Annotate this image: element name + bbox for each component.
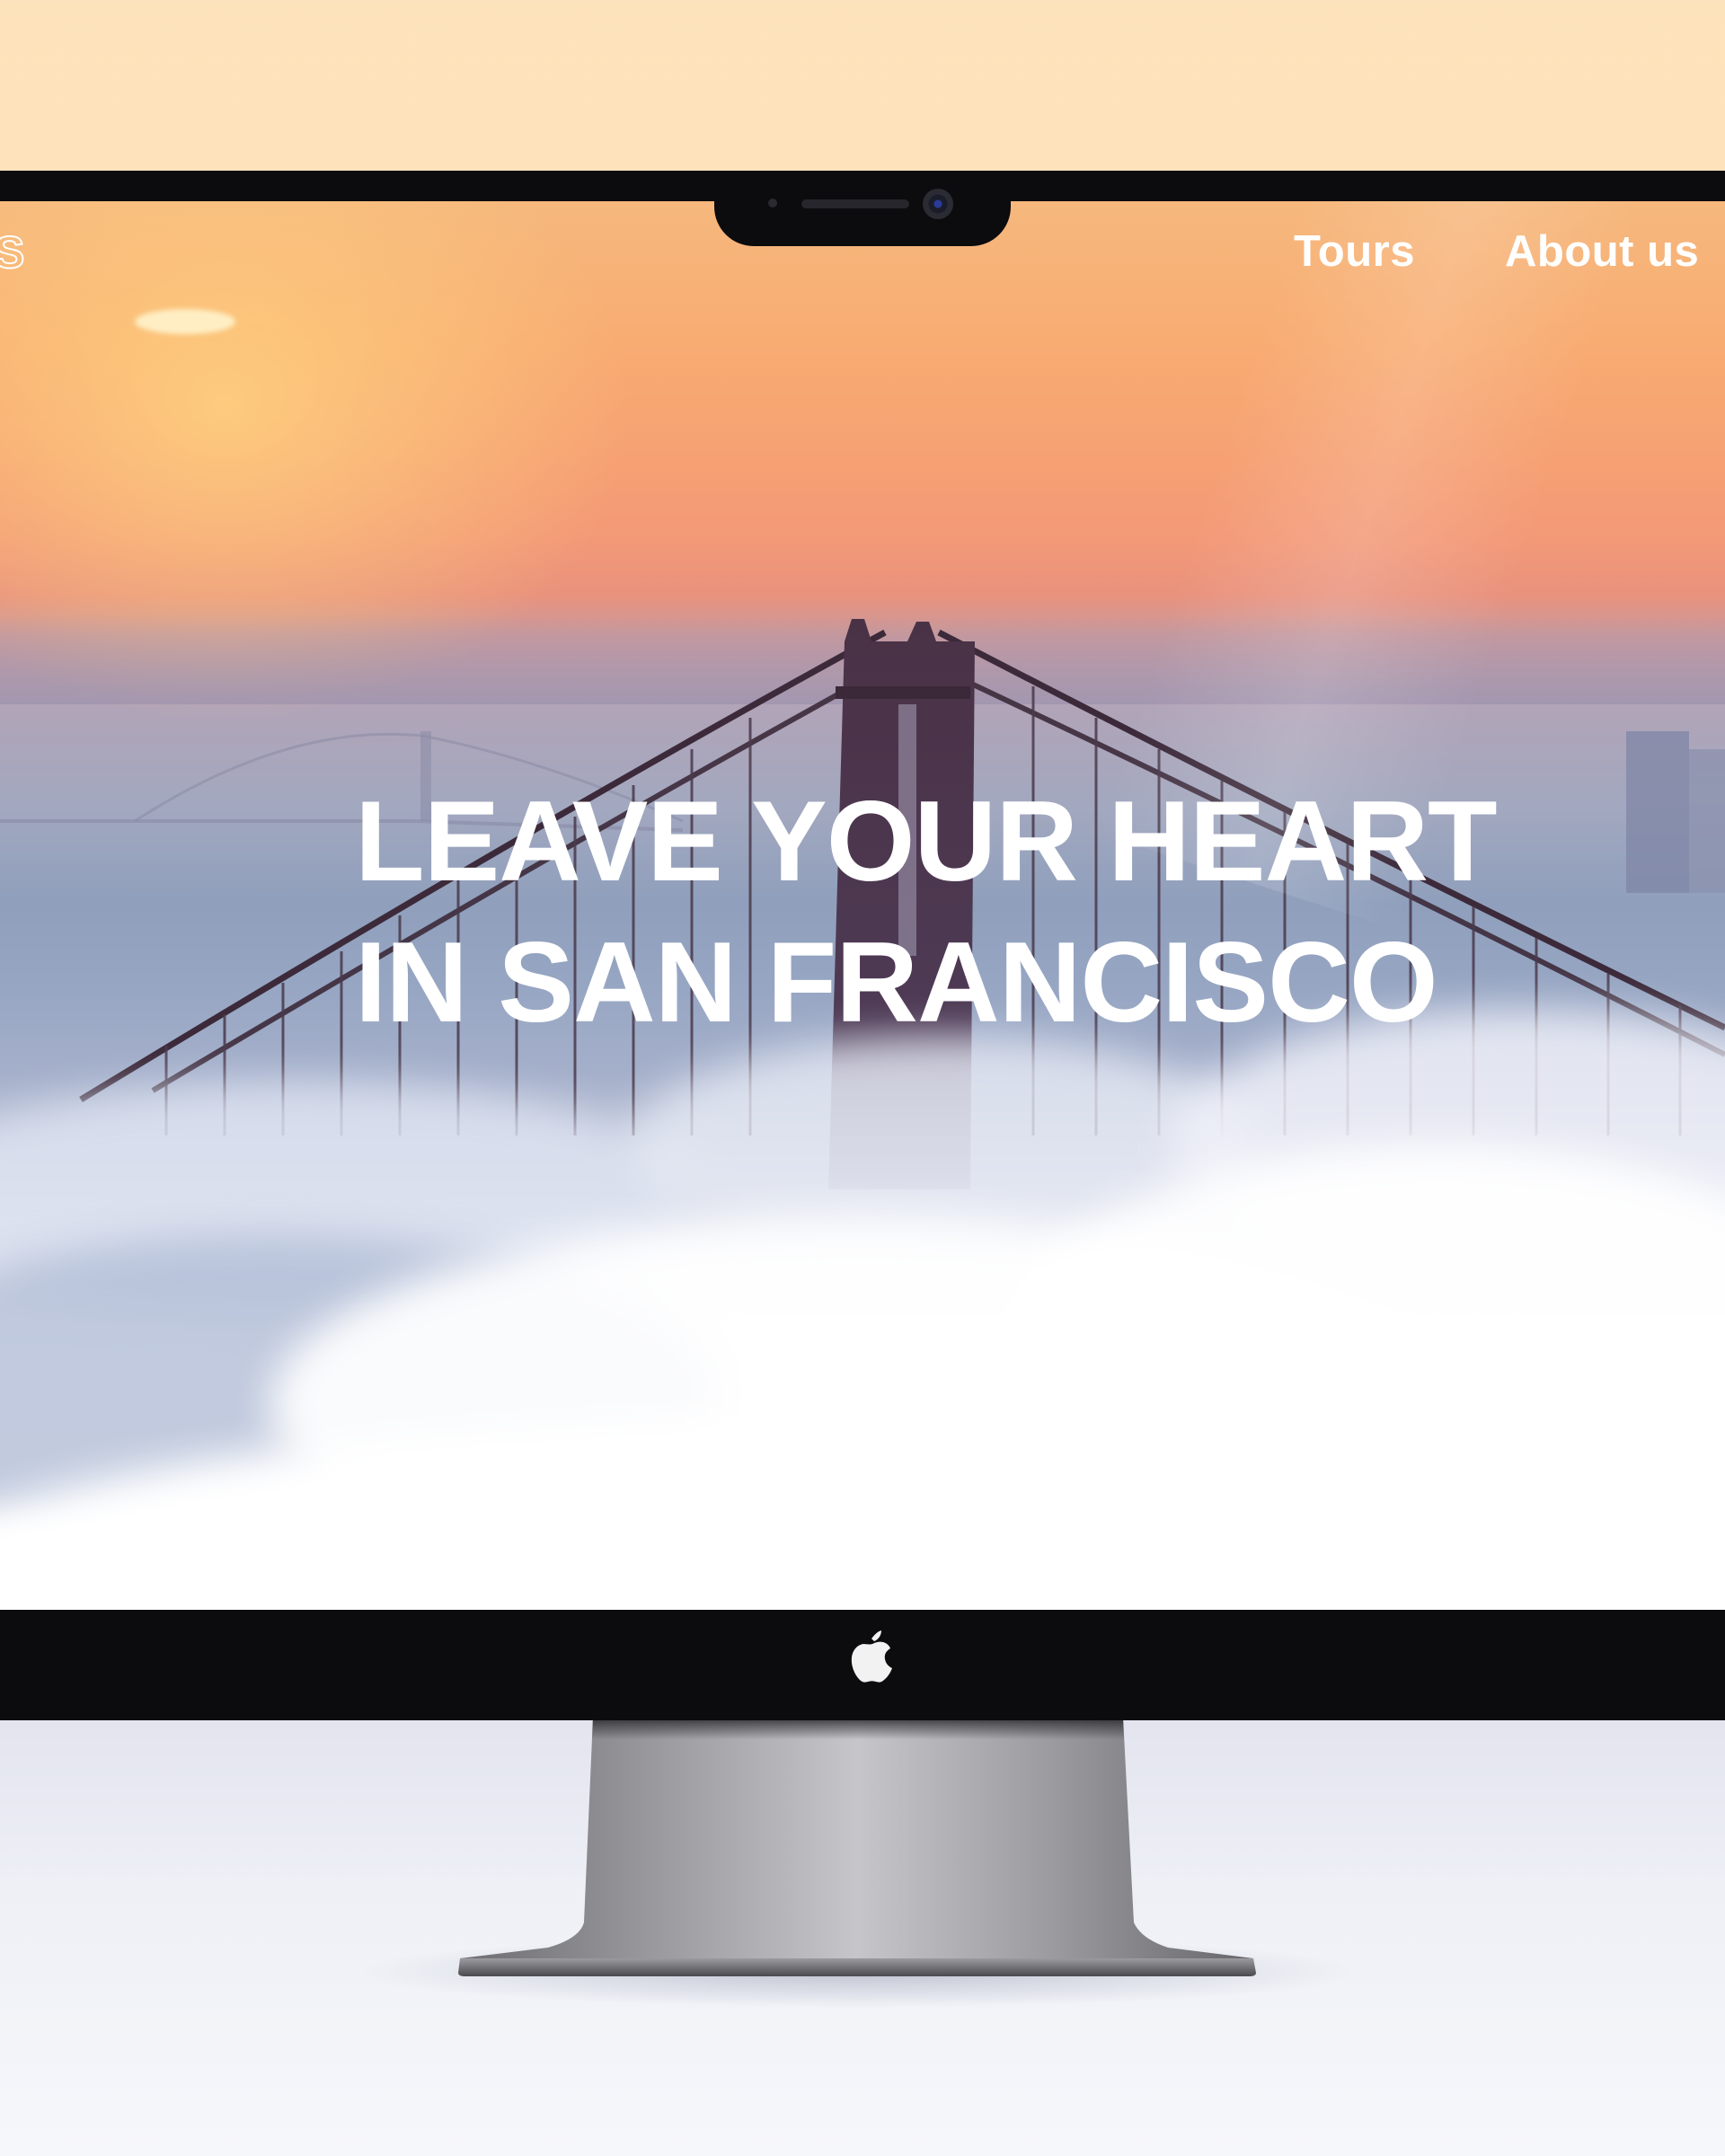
nav-link-tours[interactable]: Tours	[1294, 226, 1415, 277]
hero-title-line-2: IN SAN FRANCISCO	[355, 918, 1438, 1046]
apple-logo-icon	[851, 1630, 892, 1683]
sensor-dot	[768, 199, 777, 208]
hero-title-line-1: LEAVE YOUR HEART	[355, 777, 1498, 905]
webcam-icon	[923, 189, 953, 219]
hero-title: LEAVE YOUR HEART IN SAN FRANCISCO	[355, 771, 1498, 1053]
nav-link-about-us[interactable]: About us	[1505, 226, 1699, 277]
speaker-grille	[801, 199, 909, 208]
site-logo[interactable]: S	[0, 226, 25, 278]
